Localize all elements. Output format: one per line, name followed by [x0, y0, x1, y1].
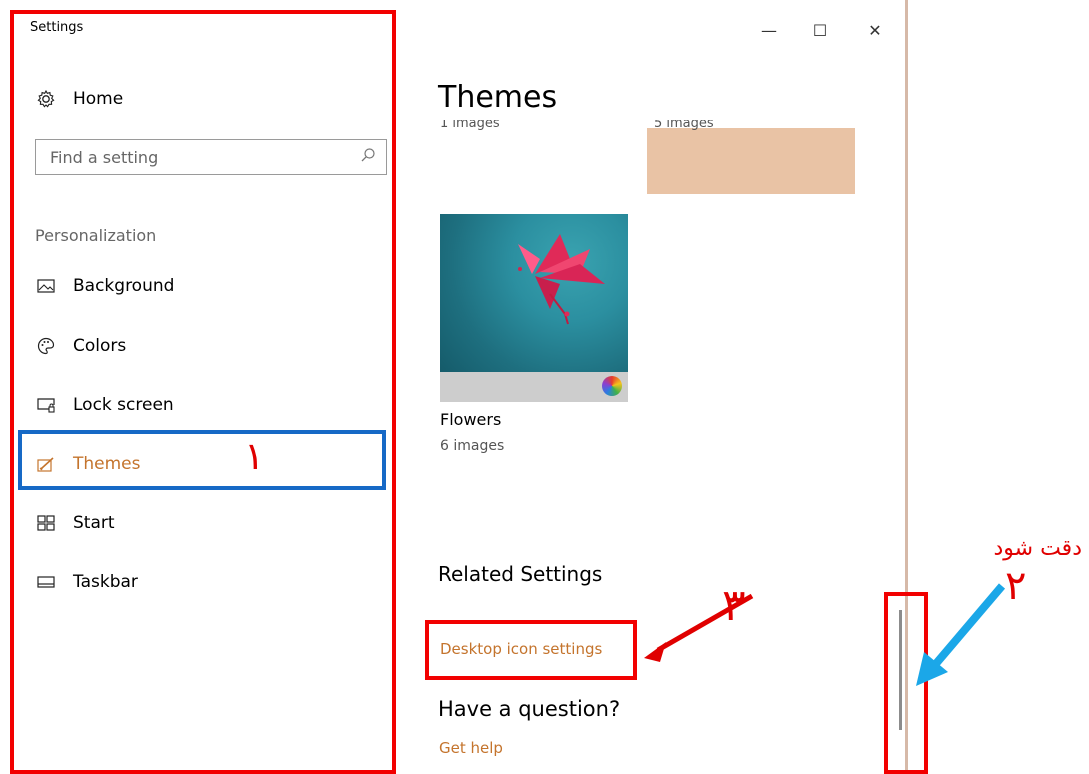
related-settings-heading: Related Settings — [438, 562, 603, 586]
annotation-note: دقت شود — [993, 536, 1082, 561]
minimize-button[interactable]: — — [751, 16, 787, 44]
annotation-themes-box — [18, 430, 386, 490]
maximize-button[interactable]: ☐ — [802, 16, 838, 44]
annotation-arrow-2 — [916, 583, 1006, 686]
page-title: Themes — [438, 80, 558, 115]
close-button[interactable]: ✕ — [857, 16, 893, 44]
tile-caption-2: 5 images — [654, 120, 714, 131]
annotation-link-box — [425, 620, 637, 680]
theme-tile-flowers[interactable] — [440, 214, 628, 402]
tile-caption-1: 1 images — [440, 120, 500, 131]
flower-image — [440, 214, 628, 372]
color-wheel-icon — [602, 376, 622, 396]
question-heading: Have a question? — [438, 697, 621, 721]
annotation-sidebar-box — [10, 10, 396, 774]
annotation-number-2: ۲ — [1005, 563, 1027, 609]
theme-tile-preview[interactable] — [647, 128, 855, 194]
theme-name: Flowers — [440, 410, 502, 429]
annotation-number-1: ١ — [244, 434, 265, 478]
theme-image-count: 6 images — [440, 438, 505, 454]
annotation-number-3: ۳ — [722, 580, 746, 631]
get-help-link[interactable]: Get help — [439, 739, 503, 757]
